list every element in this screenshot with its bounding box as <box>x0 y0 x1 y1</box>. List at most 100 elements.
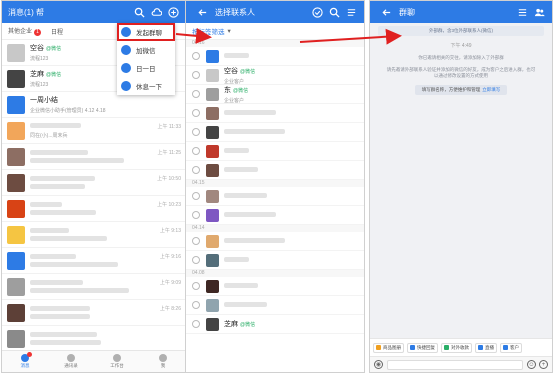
contact-text <box>224 110 358 117</box>
list-icon[interactable] <box>515 5 529 19</box>
select-radio[interactable] <box>192 256 200 264</box>
group-members-icon[interactable] <box>532 5 546 19</box>
avatar <box>7 329 25 348</box>
quick-action-label: 商品图册 <box>383 344 401 350</box>
chat-row-text <box>30 201 157 216</box>
menu-daily[interactable]: 日一日 <box>117 59 175 77</box>
nav-contacts[interactable]: 通讯录 <box>48 351 94 372</box>
set-group-name-prompt: 填写群名称，方便维护和管理 立即填写 <box>415 85 507 95</box>
date-section-header: 04.15 <box>186 180 364 187</box>
search-icon[interactable] <box>327 5 341 19</box>
chat-name <box>30 175 157 182</box>
search-icon[interactable] <box>132 5 146 19</box>
chat-row[interactable]: 同在(小)...周末兵 上午 11:33 <box>2 118 186 144</box>
contact-row[interactable] <box>186 206 364 225</box>
contact-text <box>224 238 358 245</box>
contact-row[interactable] <box>186 187 364 206</box>
select-radio[interactable] <box>192 282 200 290</box>
messages-panel: 消息(1) 帮 其他企业 1 日程 空谷 @微信 流程123 芝麻 @微信 流程123 一周小… <box>1 0 187 373</box>
avatar <box>206 298 219 312</box>
select-radio[interactable] <box>192 192 200 200</box>
select-radio[interactable] <box>192 320 200 328</box>
message-icon <box>21 352 32 362</box>
contact-row[interactable]: 芝麻 @微信 <box>186 315 364 334</box>
menu-add-wechat[interactable]: 加微信 <box>117 41 175 59</box>
chat-name <box>30 279 160 286</box>
contact-row[interactable] <box>186 277 364 296</box>
nav-me[interactable]: 我 <box>140 351 186 372</box>
tab-other-enterprise[interactable]: 其他企业 1 <box>8 26 42 36</box>
menu-start-group-chat[interactable]: 发起群聊 <box>117 23 175 41</box>
chat-row-text <box>30 305 160 320</box>
select-radio[interactable] <box>192 211 200 219</box>
tab-schedule[interactable]: 日程 <box>51 27 63 36</box>
select-radio[interactable] <box>192 128 200 136</box>
contact-name: 空谷 @微信 <box>224 67 256 75</box>
contact-name <box>224 148 358 155</box>
select-radio[interactable] <box>192 166 200 174</box>
chat-preview <box>30 262 160 268</box>
quick-action-chip[interactable]: 商品图册 <box>373 342 404 353</box>
menu-icon[interactable] <box>344 5 358 19</box>
chat-time: 上午 11:25 <box>157 150 181 156</box>
chat-bubble-icon <box>121 27 131 37</box>
chat-row[interactable]: 一周小结 企业微信小助手(管理员) 4.12 4.18 <box>2 92 186 118</box>
contact-name <box>224 238 358 245</box>
select-radio[interactable] <box>192 52 200 60</box>
message-input[interactable] <box>387 359 523 370</box>
contact-company: 企业客户 <box>224 78 245 85</box>
fill-now-link[interactable]: 立即填写 <box>482 87 500 93</box>
menu-rest[interactable]: 休息一下 <box>117 77 175 95</box>
back-arrow-icon[interactable] <box>379 5 393 19</box>
chat-row[interactable]: 上午 10:23 <box>2 196 186 222</box>
add-icon[interactable] <box>166 5 180 19</box>
chat-name <box>30 149 157 156</box>
select-radio[interactable] <box>192 90 200 98</box>
contact-row[interactable] <box>186 251 364 270</box>
contact-row[interactable] <box>186 104 364 123</box>
chat-row[interactable]: 上午 10:50 <box>2 170 186 196</box>
voice-icon[interactable]: ◉ <box>374 360 383 369</box>
select-radio[interactable] <box>192 147 200 155</box>
quick-action-chip[interactable]: 直播 <box>475 342 497 353</box>
date-section-header: 04.08 <box>186 270 364 277</box>
contact-row[interactable] <box>186 123 364 142</box>
contact-row[interactable] <box>186 47 364 66</box>
plus-icon[interactable]: + <box>539 360 548 369</box>
select-radio[interactable] <box>192 237 200 245</box>
chat-name <box>30 331 181 338</box>
chat-time: 上午 11:33 <box>157 124 181 130</box>
chat-row[interactable]: 上午 9:09 <box>2 274 186 300</box>
quick-action-chip[interactable]: 快捷回复 <box>407 342 438 353</box>
menu-label: 休息一下 <box>136 84 162 91</box>
quick-action-chip[interactable]: 对外收款 <box>441 342 472 353</box>
tag-filter[interactable]: 按标签筛选 ▾ <box>186 23 364 40</box>
chat-row[interactable]: 上午 9:16 <box>2 248 186 274</box>
avatar <box>206 234 219 248</box>
chat-row[interactable]: 上午 9:13 <box>2 222 186 248</box>
nav-workbench[interactable]: 工作台 <box>94 351 140 372</box>
select-radio[interactable] <box>192 301 200 309</box>
emoji-icon[interactable]: ☺ <box>527 360 536 369</box>
date-section-header: 04.14 <box>186 225 364 232</box>
select-radio[interactable] <box>192 71 200 79</box>
contact-row[interactable] <box>186 142 364 161</box>
back-arrow-icon[interactable] <box>195 5 209 19</box>
contact-row[interactable]: 东 @微信 企业客户 <box>186 85 364 104</box>
contact-row[interactable]: 空谷 @微信企业客户 <box>186 66 364 85</box>
avatar <box>7 303 25 322</box>
contact-row[interactable] <box>186 296 364 315</box>
contact-row[interactable] <box>186 161 364 180</box>
quick-action-chip[interactable]: 客户 <box>500 342 522 353</box>
avatar <box>206 87 219 101</box>
contact-row[interactable] <box>186 232 364 251</box>
check-circle-icon[interactable] <box>310 5 324 19</box>
menu-label: 日一日 <box>136 66 156 73</box>
cloud-icon[interactable] <box>149 5 163 19</box>
contact-name <box>224 53 358 60</box>
chat-row[interactable]: 上午 11:25 <box>2 144 186 170</box>
select-radio[interactable] <box>192 109 200 117</box>
chat-row[interactable] <box>2 326 186 352</box>
chat-row[interactable]: 上午 8:26 <box>2 300 186 326</box>
nav-messages[interactable]: 消息 <box>2 351 48 372</box>
